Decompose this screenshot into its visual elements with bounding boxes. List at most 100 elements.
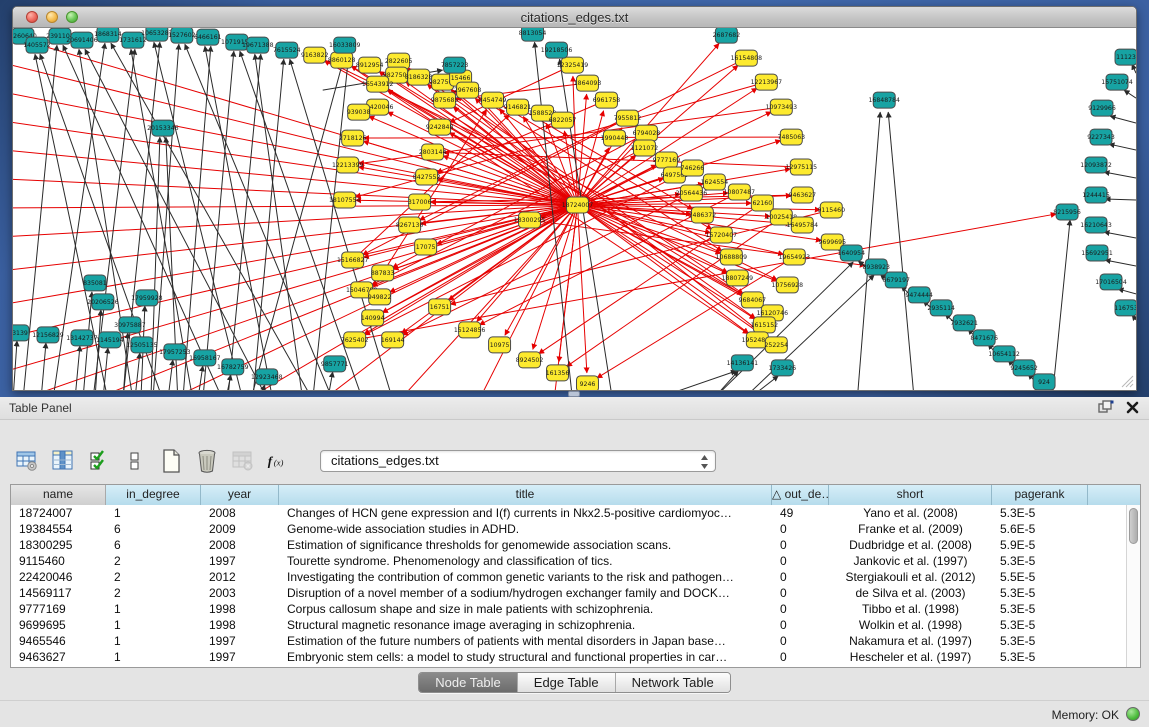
graph-node[interactable]: 9242848 <box>426 119 454 135</box>
cell-short[interactable]: Tibbo et al. (1998) <box>829 601 992 617</box>
graph-node[interactable]: 6822057 <box>549 112 577 128</box>
graph-node[interactable]: 161356 <box>546 365 570 381</box>
black-edge[interactable] <box>747 376 778 390</box>
graph-node[interactable]: 12975115 <box>786 159 818 175</box>
cell-title[interactable]: Tourette syndrome. Phenomenology and cla… <box>279 553 772 569</box>
table-row[interactable]: 946554611997Estimation of the future num… <box>11 633 1140 649</box>
graph-node[interactable]: 1615152 <box>751 317 779 333</box>
graph-node[interactable]: 8427552 <box>413 169 441 185</box>
black-edge[interactable] <box>205 46 273 390</box>
graph-node[interactable]: 16154808 <box>731 50 763 66</box>
table-settings-icon[interactable] <box>14 447 40 475</box>
graph-node[interactable]: 33139 <box>13 325 29 341</box>
cell-out_de[interactable]: 0 <box>772 601 829 617</box>
cell-name[interactable]: 9465546 <box>11 633 106 649</box>
red-edge[interactable] <box>322 59 778 280</box>
graph-node[interactable]: 9115460 <box>817 202 845 218</box>
graph-node[interactable]: 6466161 <box>194 29 222 45</box>
black-edge[interactable] <box>888 112 914 390</box>
graph-node[interactable]: 1624554 <box>701 174 729 190</box>
cell-pagerank[interactable]: 5.6E-5 <box>992 521 1088 537</box>
graph-node[interactable]: 7857223 <box>441 57 469 73</box>
graph-node[interactable]: 17075 <box>415 239 437 255</box>
cell-short[interactable]: Hescheler et al. (1997) <box>829 649 992 665</box>
graph-node[interactable]: 140994 <box>361 310 385 326</box>
cell-name[interactable]: 9463627 <box>11 649 106 665</box>
graph-node[interactable]: 8471676 <box>970 330 998 346</box>
graph-node[interactable]: 15124856 <box>454 322 486 338</box>
graph-node[interactable]: 2967608 <box>454 82 482 98</box>
graph-node[interactable]: 16543912 <box>362 76 394 92</box>
graph-node[interactable]: 18300295 <box>514 212 546 228</box>
graph-node[interactable]: 1640954 <box>837 245 865 261</box>
cell-out_de[interactable]: 0 <box>772 633 829 649</box>
red-edge[interactable] <box>382 164 659 313</box>
black-edge[interactable] <box>1052 220 1070 390</box>
cell-short[interactable]: Stergiakouli et al. (2012) <box>829 569 992 585</box>
graph-node[interactable]: 15166827 <box>337 252 369 268</box>
column-visibility-icon[interactable] <box>50 447 76 475</box>
graph-node[interactable]: 8267130 <box>396 217 424 233</box>
graph-node[interactable]: 9777169 <box>653 152 681 168</box>
graph-node[interactable]: 17016504 <box>1095 274 1127 290</box>
cell-pagerank[interactable]: 5.3E-5 <box>992 505 1088 521</box>
red-edge[interactable] <box>364 137 784 138</box>
graph-node[interactable]: 10973493 <box>766 99 798 115</box>
cell-pagerank[interactable]: 5.9E-5 <box>992 537 1088 553</box>
graph-node[interactable]: 7955812 <box>614 110 642 126</box>
graph-node[interactable]: 16958167 <box>189 350 221 366</box>
graph-node[interactable]: 9474444 <box>905 287 933 303</box>
column-header-name[interactable]: name <box>11 485 106 505</box>
graph-node[interactable]: 939038 <box>347 104 371 120</box>
cell-year[interactable]: 1997 <box>201 553 279 569</box>
resize-grip[interactable] <box>1120 374 1134 388</box>
cell-title[interactable]: Estimation of significance thresholds fo… <box>279 537 772 553</box>
cell-out_de[interactable]: 0 <box>772 553 829 569</box>
table-row[interactable]: 946362711997Embryonic stem cells: a mode… <box>11 649 1140 665</box>
graph-node[interactable]: 9875685 <box>431 92 459 108</box>
column-header-pagerank[interactable]: pagerank <box>992 485 1088 505</box>
black-edge[interactable] <box>1105 199 1136 200</box>
graph-node[interactable]: 7486372 <box>689 207 717 223</box>
table-select-dropdown[interactable]: citations_edges.txt <box>320 450 716 472</box>
cell-title[interactable]: Corpus callosum shape and size in male p… <box>279 601 772 617</box>
tab-network-table[interactable]: Network Table <box>616 673 730 692</box>
graph-node[interactable]: 9146821 <box>504 99 532 115</box>
graph-node[interactable]: 18107554 <box>329 192 361 208</box>
network-canvas[interactable]: 1872400791638228860128891295428226059827… <box>13 28 1136 390</box>
graph-node[interactable]: 12325419 <box>557 57 589 73</box>
graph-node[interactable]: 12093872 <box>1080 157 1112 173</box>
function-builder-icon[interactable]: f (x) <box>266 447 292 475</box>
float-panel-icon[interactable] <box>1098 400 1114 414</box>
table-row[interactable]: 1872400712008Changes of HCN gene express… <box>11 505 1140 521</box>
cell-year[interactable]: 2008 <box>201 505 279 521</box>
graph-node[interactable]: 10807487 <box>724 184 756 200</box>
cell-pagerank[interactable]: 5.3E-5 <box>992 633 1088 649</box>
cell-year[interactable]: 1998 <box>201 617 279 633</box>
cell-short[interactable]: Nakamura et al. (1997) <box>829 633 992 649</box>
graph-node[interactable]: 1864093 <box>574 75 602 91</box>
cell-in_degree[interactable]: 1 <box>106 617 201 633</box>
graph-node[interactable]: 18807249 <box>722 270 754 286</box>
black-edge[interactable] <box>1124 90 1136 98</box>
black-edge[interactable] <box>1104 232 1136 238</box>
cell-short[interactable]: Wolkin et al. (1998) <box>829 617 992 633</box>
cell-short[interactable]: de Silva et al. (2003) <box>829 585 992 601</box>
cell-year[interactable]: 2003 <box>201 585 279 601</box>
graph-node[interactable]: 6679197 <box>882 272 910 288</box>
black-edge[interactable] <box>1105 260 1136 266</box>
network-view[interactable]: 1872400791638228860128891295428226059827… <box>13 28 1136 390</box>
column-header-in_degree[interactable]: in_degree <box>106 485 201 505</box>
cell-in_degree[interactable]: 1 <box>106 505 201 521</box>
cell-in_degree[interactable]: 2 <box>106 553 201 569</box>
cell-pagerank[interactable]: 5.3E-5 <box>992 553 1088 569</box>
cell-in_degree[interactable]: 2 <box>106 585 201 601</box>
black-edge[interactable] <box>13 341 17 390</box>
graph-node[interactable]: 18724007 <box>562 197 594 213</box>
cell-in_degree[interactable]: 1 <box>106 601 201 617</box>
graph-node[interactable]: 252254 <box>765 337 789 353</box>
graph-node[interactable]: 9684067 <box>739 292 767 308</box>
graph-node[interactable]: 8912954 <box>356 57 384 73</box>
cell-in_degree[interactable]: 2 <box>106 569 201 585</box>
cell-short[interactable]: Franke et al. (2009) <box>829 521 992 537</box>
